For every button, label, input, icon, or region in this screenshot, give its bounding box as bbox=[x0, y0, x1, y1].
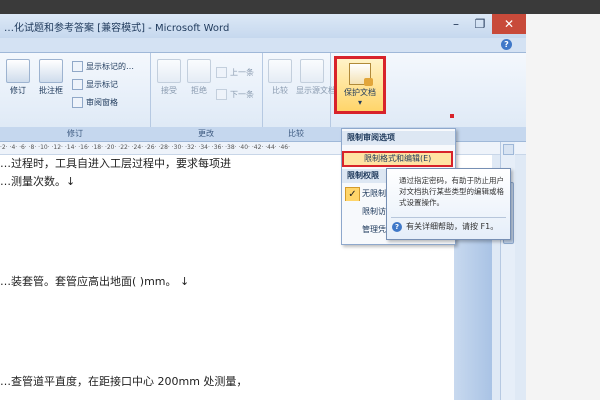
group-label-track: 修订 bbox=[0, 127, 150, 141]
tooltip-divider bbox=[391, 217, 506, 218]
checkmark-icon: ✓ bbox=[345, 187, 360, 201]
reviewing-pane-dropdown[interactable]: 审阅窗格 bbox=[72, 97, 118, 109]
balloons-button[interactable]: 批注框 bbox=[36, 59, 66, 96]
reviewing-pane-icon bbox=[72, 97, 83, 108]
group-label-changes: 更改 bbox=[150, 127, 262, 141]
document-line: …测量次数。↓ bbox=[0, 175, 76, 188]
menu-item-restrict-formatting-editing[interactable]: 限制格式和编辑(E) bbox=[342, 151, 453, 167]
tooltip-text: 通过指定密码，有助于防止用户对文档执行某些类型的编辑或格式设置操作。 bbox=[399, 176, 504, 207]
source-documents-icon bbox=[300, 59, 324, 83]
ribbon-tab-row: ? bbox=[0, 38, 526, 53]
previous-change-button[interactable]: 上一条 bbox=[216, 67, 254, 79]
reject-button[interactable]: 拒绝 bbox=[186, 59, 212, 96]
display-review-icon bbox=[72, 61, 83, 72]
accept-button[interactable]: 接受 bbox=[156, 59, 182, 96]
lock-icon bbox=[364, 78, 373, 86]
desktop-top-bar bbox=[0, 0, 600, 14]
compare-button[interactable]: 比较 bbox=[266, 59, 294, 96]
protect-document-icon bbox=[349, 63, 373, 86]
track-changes-icon bbox=[6, 59, 30, 83]
ribbon-group-compare: 比较 显示源文档 比较 bbox=[262, 53, 336, 141]
document-line: …装套管。套管应高出地面( )mm。 ↓ bbox=[0, 275, 190, 288]
balloons-icon bbox=[39, 59, 63, 83]
group-label-compare: 比较 bbox=[262, 127, 330, 141]
next-change-button[interactable]: 下一条 bbox=[216, 89, 254, 101]
protect-document-button[interactable]: 保护文档 ▾ bbox=[334, 56, 386, 114]
ribbon-group-track: 修订 批注框 显示标记的… 显示标记 审阅窗格 修订 bbox=[0, 53, 151, 141]
help-icon[interactable]: ? bbox=[501, 39, 512, 50]
restore-button[interactable]: ❐ bbox=[468, 14, 492, 34]
tooltip: 通过指定密码，有助于防止用户对文档执行某些类型的编辑或格式设置操作。 ? 有关详细… bbox=[386, 168, 511, 240]
compare-icon bbox=[268, 59, 292, 83]
background-area bbox=[526, 14, 600, 400]
document-line: …过程时，工具自进入工层过程中，要求每项进 bbox=[0, 157, 231, 170]
minimize-button[interactable]: – bbox=[444, 14, 468, 34]
tooltip-help: ? 有关详细帮助，请按 F1。 bbox=[392, 221, 498, 232]
close-button[interactable]: ✕ bbox=[492, 14, 526, 34]
help-icon: ? bbox=[392, 222, 402, 232]
next-icon bbox=[216, 89, 227, 100]
reject-icon bbox=[187, 59, 211, 83]
word-window: …化试题和参考答案 [兼容模式] - Microsoft Word – ❐ ✕ … bbox=[0, 14, 526, 400]
window-controls: – ❐ ✕ bbox=[444, 14, 526, 36]
window-title: …化试题和参考答案 [兼容模式] - Microsoft Word bbox=[4, 23, 230, 34]
previous-icon bbox=[216, 67, 227, 78]
show-markup-dropdown[interactable]: 显示标记 bbox=[72, 79, 118, 91]
display-for-review-dropdown[interactable]: 显示标记的… bbox=[72, 61, 134, 73]
title-bar: …化试题和参考答案 [兼容模式] - Microsoft Word – ❐ ✕ bbox=[0, 14, 526, 38]
show-markup-icon bbox=[72, 79, 83, 90]
menu-header-restrict-review: 限制审阅选项 bbox=[342, 131, 455, 145]
ribbon-group-changes: 接受 拒绝 上一条 下一条 更改 bbox=[150, 53, 263, 141]
show-source-documents-button[interactable]: 显示源文档 bbox=[296, 59, 336, 96]
accept-icon bbox=[157, 59, 181, 83]
scroll-up-arrow-icon[interactable] bbox=[503, 144, 514, 155]
chevron-down-icon: ▾ bbox=[357, 98, 362, 107]
annotation-marker bbox=[450, 114, 454, 118]
document-line: …查管道平直度，在距接口中心 200mm 处测量， bbox=[0, 375, 248, 388]
track-changes-button[interactable]: 修订 bbox=[6, 59, 30, 96]
